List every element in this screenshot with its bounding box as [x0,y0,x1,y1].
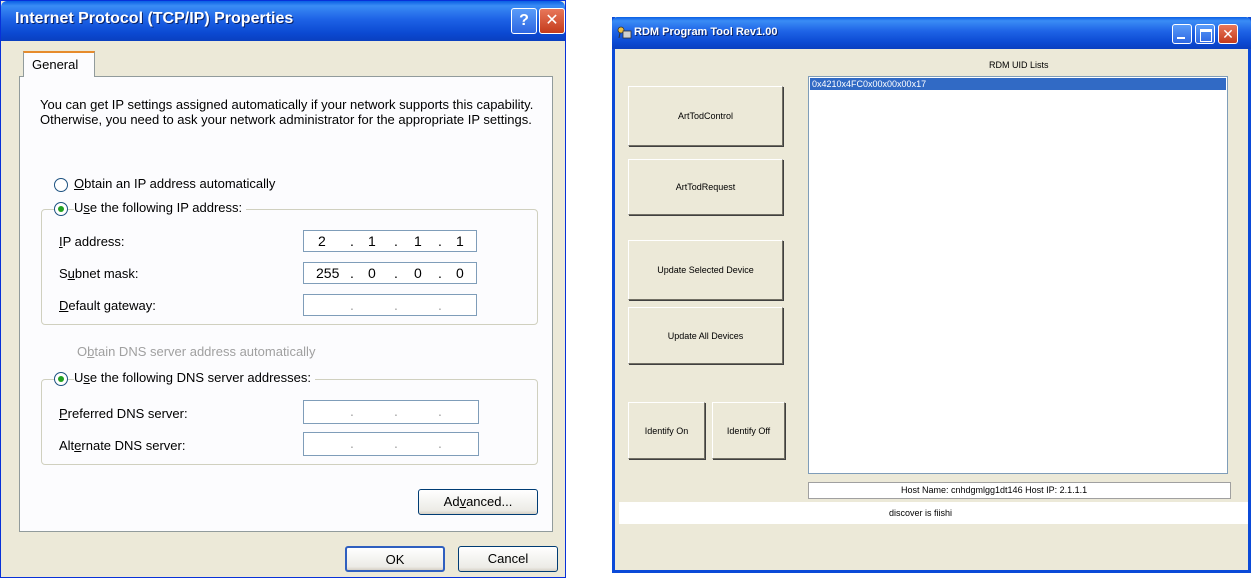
default-gateway-input[interactable]: . . . [303,294,477,316]
tab-general[interactable]: General [23,51,95,77]
static-ip-label[interactable]: Use the following IP address: [74,200,247,215]
subnet-octet-4: 0 [456,265,464,281]
subnet-mask-label-text: bnet mask: [74,266,139,281]
octet-dot: . [394,403,398,419]
subnet-octet-1: 255 [316,265,340,281]
rdm-titlebar[interactable]: RDM Program Tool Rev1.00 ✕ [612,17,1251,49]
host-info-line: Host Name: cnhdgmlgg1dt146 Host IP: 2.1.… [808,482,1231,499]
subnet-octet-2: 0 [368,265,376,281]
preferred-dns-label-access-key: P [59,406,68,421]
octet-dot: . [438,297,442,313]
ip-address-label-text: P address: [62,234,125,249]
app-icon [617,26,632,39]
octet-dot: . [350,403,354,419]
ip-octet-2: 1 [368,233,376,249]
rdm-title: RDM Program Tool Rev1.00 [634,26,778,38]
host-info-text: Host Name: cnhdgmlgg1dt146 Host IP: 2.1.… [901,485,1088,495]
identify-off-button[interactable]: Identify Off [712,402,785,459]
octet-dot: . [350,265,354,281]
cancel-button[interactable]: Cancel [458,546,558,572]
static-ip-label-pre: U [74,200,84,215]
static-ip-label-text: e the following IP address: [89,200,243,215]
octet-dot: . [438,265,442,281]
subnet-mask-input[interactable]: 255 . 0 . 0 . 0 [303,262,477,284]
preferred-dns-input[interactable]: . . . [303,400,479,424]
octet-dot: . [438,403,442,419]
octet-dot: . [350,297,354,313]
octet-dot: . [394,297,398,313]
octet-dot: . [394,233,398,249]
subnet-mask-label-pre: S [59,266,68,281]
art-tod-request-button[interactable]: ArtTodRequest [628,159,783,215]
static-dns-label-text: e the following DNS server addresses: [89,370,311,385]
static-dns-label[interactable]: Use the following DNS server addresses: [74,370,315,385]
help-button[interactable]: ? [511,8,537,34]
octet-dot: . [350,233,354,249]
octet-dot: . [394,435,398,451]
rdm-program-tool-window: RDM Program Tool Rev1.00 ✕ ArtTodControl… [612,17,1251,573]
auto-ip-label-access-key: O [74,176,85,191]
general-tab-panel: You can get IP settings assigned automat… [19,76,553,532]
update-all-devices-button[interactable]: Update All Devices [628,307,783,364]
auto-dns-label-text: tain DNS server address automatically [94,344,316,359]
rdm-close-button[interactable]: ✕ [1218,24,1238,44]
status-bar: discover is fiishi [619,502,1248,524]
close-button[interactable]: ✕ [539,8,565,34]
list-item[interactable]: 0x4210x4FC0x00x00x00x17 [810,78,1226,90]
advanced-button-text: anced... [466,494,513,509]
advanced-button[interactable]: Advanced... [418,489,538,515]
preferred-dns-label-text: referred DNS server: [67,406,188,421]
octet-dot: . [438,233,442,249]
advanced-button-pre: Ad [443,494,460,509]
tcpip-properties-dialog: Internet Protocol (TCP/IP) Properties ? … [0,0,566,578]
alternate-dns-label-text: rnate DNS server: [81,438,186,453]
octet-dot: . [394,265,398,281]
default-gateway-label: Default gateway: [59,298,156,313]
ip-octet-1: 2 [318,233,326,249]
art-tod-control-button[interactable]: ArtTodControl [628,86,783,146]
preferred-dns-label: Preferred DNS server: [59,406,188,421]
ok-button[interactable]: OK [345,546,445,572]
ip-octet-4: 1 [456,233,464,249]
minimize-button[interactable] [1172,24,1192,44]
subnet-mask-label: Subnet mask: [59,266,139,281]
maximize-button[interactable] [1195,24,1215,44]
ip-address-input[interactable]: 2 . 1 . 1 . 1 [303,230,477,252]
octet-dot: . [350,435,354,451]
static-dns-radio[interactable] [54,372,68,386]
auto-dns-label-pre: O [77,344,88,359]
default-gateway-label-access-key: D [59,298,69,313]
auto-ip-label-text: btain an IP address automatically [84,176,276,191]
octet-dot: . [438,435,442,451]
alternate-dns-label: Alternate DNS server: [59,438,185,453]
auto-ip-label[interactable]: Obtain an IP address automatically [74,176,275,191]
auto-dns-label: Obtain DNS server address automatically [77,344,315,359]
uid-list-title: RDM UID Lists [989,60,1049,70]
uid-listbox[interactable]: 0x4210x4FC0x00x00x00x17 [808,76,1228,474]
ip-octet-3: 1 [414,233,422,249]
static-ip-radio[interactable] [54,202,68,216]
auto-ip-radio[interactable] [54,178,68,192]
update-selected-device-button[interactable]: Update Selected Device [628,240,783,300]
alternate-dns-label-pre: Alt [59,438,75,453]
dialog-title: Internet Protocol (TCP/IP) Properties [15,10,294,27]
identify-on-button[interactable]: Identify On [628,402,705,459]
subnet-octet-3: 0 [414,265,422,281]
alternate-dns-input[interactable]: . . . [303,432,479,456]
status-text: discover is fiishi [889,508,953,518]
static-dns-label-pre: U [74,370,84,385]
default-gateway-label-text: efault gateway: [68,298,156,313]
ip-address-label: IP address: [59,234,125,249]
subnet-mask-label-access-key: u [67,266,75,281]
intro-text: You can get IP settings assigned automat… [40,97,534,127]
dialog-titlebar[interactable]: Internet Protocol (TCP/IP) Properties ? … [1,1,565,41]
